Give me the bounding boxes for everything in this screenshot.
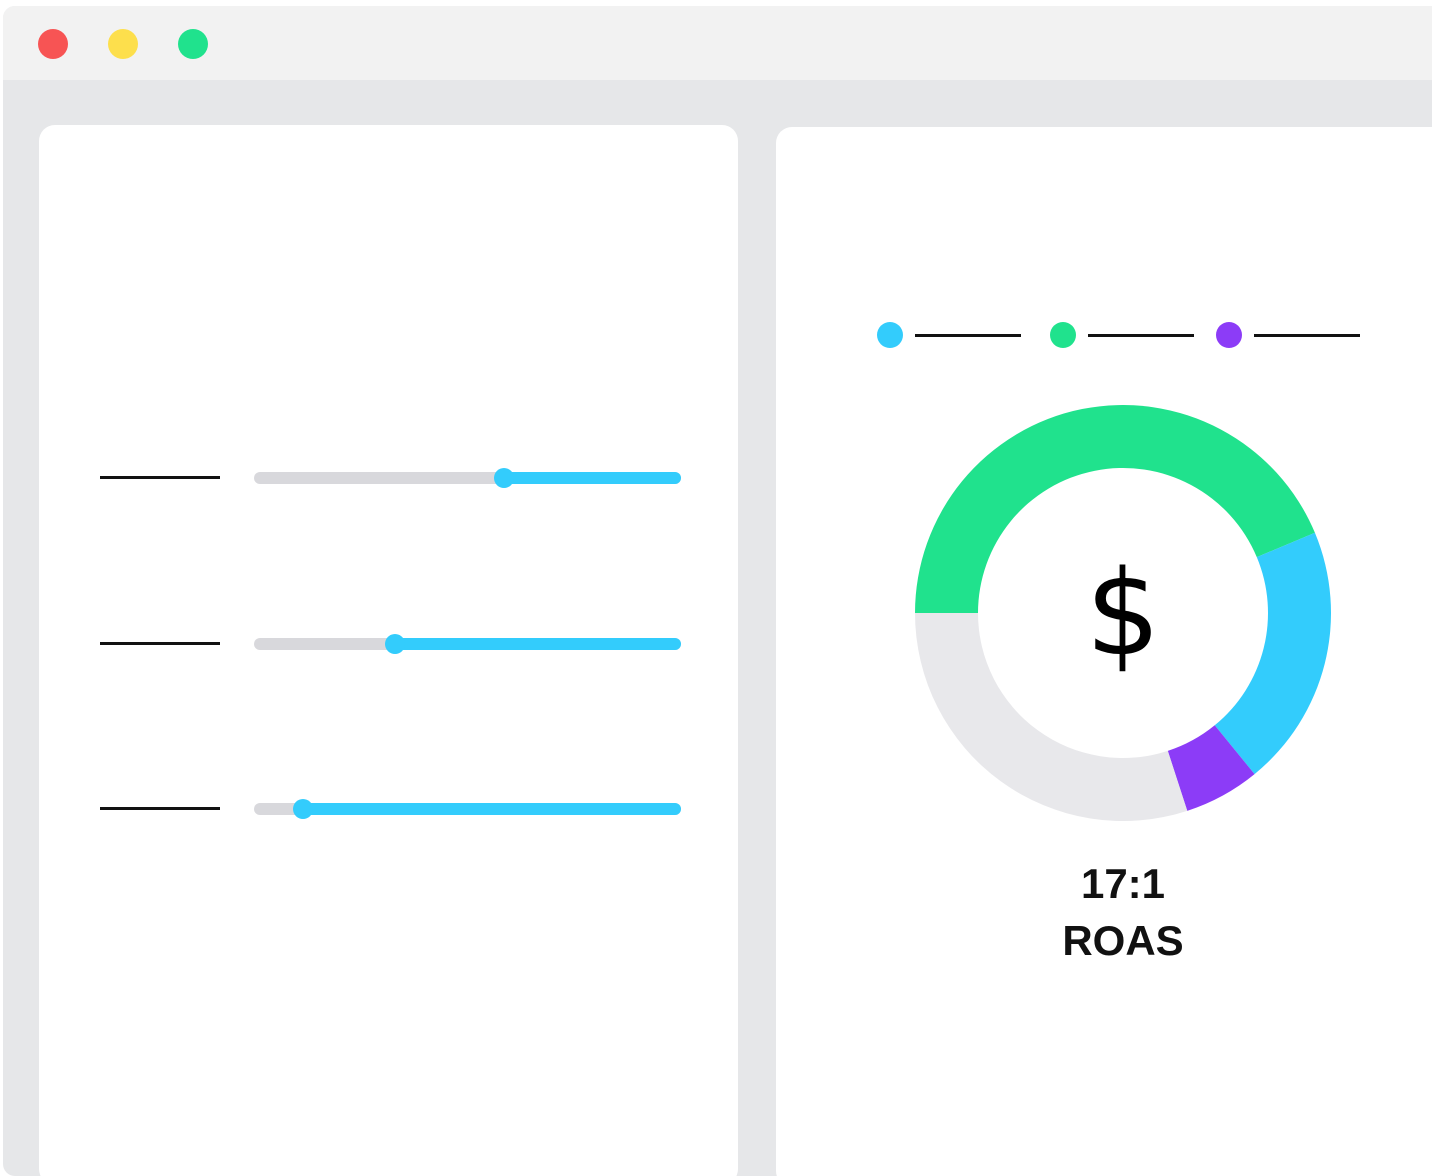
slider-fill: [303, 803, 681, 815]
slider-thumb[interactable]: [384, 634, 405, 654]
slider-fill: [394, 638, 681, 650]
legend-dot: [1050, 322, 1076, 348]
roas-label: ROAS: [1062, 917, 1184, 964]
maximize-window-icon[interactable]: [178, 29, 208, 59]
slider-label-placeholder: [100, 642, 220, 645]
dollar-icon: $: [1085, 544, 1161, 682]
legend-dot: [877, 322, 903, 348]
slider-thumb[interactable]: [493, 468, 514, 488]
legend-label-placeholder: [1088, 334, 1194, 337]
slider-row: [100, 634, 685, 654]
minimize-window-icon[interactable]: [108, 29, 138, 59]
legend-label-placeholder: [1254, 334, 1360, 337]
slider-row: [100, 799, 685, 819]
close-window-icon[interactable]: [38, 29, 68, 59]
slider-fill: [503, 472, 681, 484]
roas-value: 17:1: [1080, 860, 1166, 907]
slider-thumb[interactable]: [293, 799, 314, 819]
title-bar: [3, 6, 1432, 80]
legend-dot: [1216, 322, 1242, 348]
controls-panel: [39, 125, 738, 1176]
slider-track[interactable]: [254, 468, 681, 488]
slider-track[interactable]: [254, 634, 681, 654]
slider-label-placeholder: [100, 807, 220, 810]
slider-row: [100, 468, 685, 488]
legend-label-placeholder: [915, 334, 1021, 337]
browser-window: $ 17:1 ROAS: [3, 6, 1432, 1176]
results-panel: $ 17:1 ROAS: [776, 127, 1432, 1176]
slider-track[interactable]: [254, 799, 681, 819]
donut-chart: $: [915, 405, 1331, 821]
slider-label-placeholder: [100, 476, 220, 479]
chart-legend: [877, 320, 1377, 350]
